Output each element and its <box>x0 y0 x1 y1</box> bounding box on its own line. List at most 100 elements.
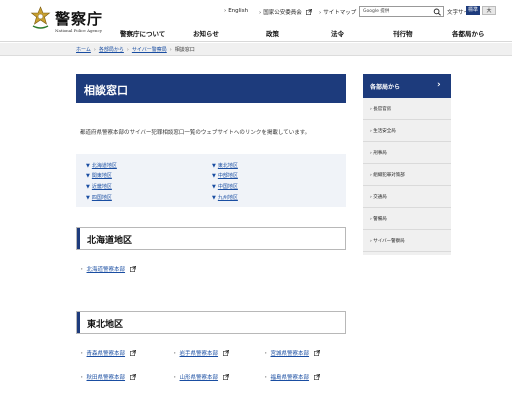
pref-link-hokkaido[interactable]: ・北海道警察本部 <box>79 265 136 273</box>
logo-text: 警察庁 <box>55 10 104 28</box>
pref-link-label[interactable]: 北海道警察本部 <box>87 267 126 273</box>
sidebar-menu: › 長官官房 › 生活安全局 › 刑事局 › 組織犯罪対策部 › 交通局 › 警… <box>363 98 451 255</box>
sidebar-item-label: › 組織犯罪対策部 <box>370 173 405 178</box>
pref-link-yamagata[interactable]: ・山形県警察本部 <box>172 373 229 381</box>
region-jump-links: ▼ 北海道地区 ▼ 東北地区 ▼ 関東地区 ▼ 中部地区 ▼ 近畿地区 ▼ 中国地区 ▼ 四国… <box>76 154 346 207</box>
font-size-standard-button[interactable]: 標準 <box>466 6 480 15</box>
region-link-tohoku[interactable]: ▼ 東北地区 <box>212 162 238 169</box>
breadcrumb: ホーム › 各部局から › サイバー警察局 › 相談窓口 <box>76 46 195 53</box>
sidebar-item-label: › 生活安全局 <box>370 129 396 134</box>
chevron-right-icon: › <box>437 80 441 90</box>
police-emblem-icon <box>30 6 51 29</box>
chevron-right-icon: › <box>370 107 374 112</box>
triangle-down-icon: ▼ <box>212 173 216 179</box>
sidebar-item-label: › 交通局 <box>370 195 387 200</box>
breadcrumb-current: 相談窓口 <box>174 47 195 53</box>
bullet: ・ <box>172 375 178 381</box>
site-header: 警察庁 National Police Agency › English › 国家公… <box>0 0 512 42</box>
external-link-icon <box>313 374 320 380</box>
chevron-right-icon: › <box>370 151 374 156</box>
chevron-right-icon: › <box>370 173 374 178</box>
pref-link-label[interactable]: 福島県警察本部 <box>271 375 310 381</box>
bullet: ・ <box>263 351 269 357</box>
english-link[interactable]: › English <box>224 8 248 14</box>
breadcrumb-separator: › <box>126 47 129 53</box>
sitemap-link[interactable]: › サイトマップ <box>319 8 356 16</box>
bullet: ・ <box>263 375 269 381</box>
sidebar-item-traffic[interactable]: › 交通局 <box>363 186 451 208</box>
chevron-right-icon: › <box>370 195 374 200</box>
region-link-chubu[interactable]: ▼ 中部地区 <box>212 172 238 179</box>
external-link-icon <box>306 9 313 15</box>
nav-departments[interactable]: 各都局から <box>452 28 485 38</box>
section-title: 北海道地区 <box>87 236 133 246</box>
region-link-kinki[interactable]: ▼ 近畿地区 <box>86 183 112 190</box>
breadcrumb-departments[interactable]: 各部局から <box>99 47 124 53</box>
pref-link-miyagi[interactable]: ・宮城県警察本部 <box>263 349 320 357</box>
pref-link-label[interactable]: 秋田県警察本部 <box>87 375 126 381</box>
chevron-right-icon: › <box>370 239 374 244</box>
region-link-kyushu[interactable]: ▼ 九州地区 <box>212 194 238 201</box>
breadcrumb-cyber-bureau[interactable]: サイバー警察局 <box>132 47 167 53</box>
bullet: ・ <box>79 351 85 357</box>
triangle-down-icon: ▼ <box>86 184 90 190</box>
nav-policy[interactable]: 政策 <box>266 28 279 38</box>
pref-link-label[interactable]: 岩手県警察本部 <box>180 351 219 357</box>
sidebar-item-community-safety[interactable]: › 生活安全局 <box>363 120 451 142</box>
pref-link-aomori[interactable]: ・青森県警察本部 <box>79 349 136 357</box>
external-link-icon <box>222 374 229 380</box>
sidebar-item-criminal-affairs[interactable]: › 刑事局 <box>363 142 451 164</box>
section-heading-hokkaido: 北海道地区 <box>76 227 346 250</box>
external-link-icon <box>129 374 136 380</box>
region-link-shikoku[interactable]: ▼ 四国地区 <box>86 194 112 201</box>
sidebar-header[interactable]: 各部局から › <box>363 74 451 98</box>
pref-link-label[interactable]: 山形県警察本部 <box>180 375 219 381</box>
sidebar-item-label: › 長官官房 <box>370 107 392 112</box>
page-title: 相談窓口 <box>76 74 346 103</box>
region-link-hokkaido[interactable]: ▼ 北海道地区 <box>86 162 117 169</box>
breadcrumb-separator: › <box>93 47 96 53</box>
public-safety-commission-link[interactable]: › 国家公安委員会 <box>259 8 313 16</box>
intro-text: 都道府県警察本部のサイバー犯罪相談窓口一覧のウェブサイトへのリンクを掲載していま… <box>80 130 311 136</box>
nav-laws[interactable]: 法令 <box>331 28 344 38</box>
sidebar-item-label: › サイバー警察局 <box>370 239 405 244</box>
breadcrumb-separator: › <box>169 47 172 53</box>
nav-about[interactable]: 警察庁について <box>120 28 165 38</box>
sidebar-item-security[interactable]: › 警備局 <box>363 208 451 230</box>
nav-publications[interactable]: 刊行物 <box>393 28 413 38</box>
region-link-chugoku[interactable]: ▼ 中国地区 <box>212 183 238 190</box>
section-title: 東北地区 <box>87 320 124 330</box>
sidebar-item-secretariat[interactable]: › 長官官房 <box>363 98 451 120</box>
sidebar-item-cyber[interactable]: › サイバー警察局 <box>363 230 451 252</box>
chevron-right-icon: › <box>370 217 374 222</box>
region-link-kanto[interactable]: ▼ 関東地区 <box>86 172 112 179</box>
sidebar-item-organized-crime[interactable]: › 組織犯罪対策部 <box>363 164 451 186</box>
sidebar-item-label: › 警備局 <box>370 217 387 222</box>
sidebar-item-label: › 刑事局 <box>370 151 387 156</box>
triangle-down-icon: ▼ <box>212 163 216 169</box>
triangle-down-icon: ▼ <box>86 195 90 201</box>
bullet: ・ <box>79 375 85 381</box>
search-provider-label: Google 提供 <box>363 9 390 14</box>
external-link-icon <box>129 266 136 272</box>
search-input[interactable]: Google 提供 <box>359 6 444 17</box>
triangle-down-icon: ▼ <box>86 163 90 169</box>
external-link-icon <box>222 350 229 356</box>
section-heading-tohoku: 東北地区 <box>76 311 346 334</box>
bullet: ・ <box>172 351 178 357</box>
breadcrumb-home[interactable]: ホーム <box>76 47 91 53</box>
pref-link-iwate[interactable]: ・岩手県警察本部 <box>172 349 229 357</box>
triangle-down-icon: ▼ <box>212 195 216 201</box>
pref-link-label[interactable]: 宮城県警察本部 <box>271 351 310 357</box>
triangle-down-icon: ▼ <box>86 173 90 179</box>
pref-link-akita[interactable]: ・秋田県警察本部 <box>79 373 136 381</box>
bullet: ・ <box>79 267 85 273</box>
pref-link-fukushima[interactable]: ・福島県警察本部 <box>263 373 320 381</box>
external-link-icon <box>129 350 136 356</box>
triangle-down-icon: ▼ <box>212 184 216 190</box>
chevron-right-icon: › <box>370 129 374 134</box>
search-icon[interactable] <box>433 8 442 16</box>
pref-link-label[interactable]: 青森県警察本部 <box>87 351 126 357</box>
nav-news[interactable]: お知らせ <box>193 28 219 38</box>
font-size-large-button[interactable]: 大 <box>482 6 496 15</box>
